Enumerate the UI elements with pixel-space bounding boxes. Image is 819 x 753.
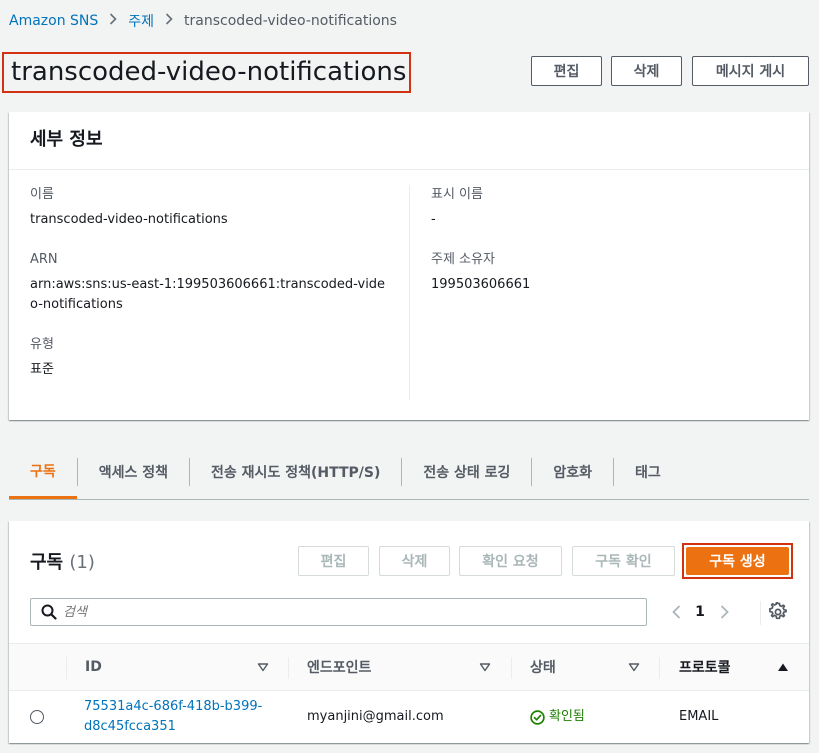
subscription-endpoint: myanjini@gmail.com xyxy=(307,709,444,724)
name-label: 이름 xyxy=(30,187,54,202)
tab-encryption[interactable]: 암호화 xyxy=(532,446,613,498)
column-header-status[interactable]: 상태 xyxy=(530,644,556,690)
create-subscription-highlight: 구독 생성 xyxy=(682,543,793,579)
breadcrumb-topics-link[interactable]: 주제 xyxy=(128,11,154,31)
current-page-number[interactable]: 1 xyxy=(689,604,711,620)
type-value: 표준 xyxy=(30,362,54,377)
owner-field: 주제 소유자 199503606661 xyxy=(431,250,801,295)
search-icon xyxy=(41,604,57,620)
arn-value-text: arn:aws:sns:us-east-1:199503606661:trans… xyxy=(30,277,386,312)
search-input[interactable] xyxy=(57,600,646,624)
column-separator xyxy=(511,657,512,679)
tab-subscriptions[interactable]: 구독 xyxy=(9,446,77,499)
tab-access-policy[interactable]: 액세스 정책 xyxy=(78,446,189,498)
check-circle-icon xyxy=(530,709,545,725)
breadcrumb-amazon-sns-link[interactable]: Amazon SNS xyxy=(9,13,98,29)
search-box xyxy=(30,598,647,626)
details-panel: 세부 정보 이름 transcoded-video-notifications … xyxy=(9,112,809,420)
gear-icon[interactable] xyxy=(768,602,788,622)
display-name-field: 표시 이름 - xyxy=(431,185,801,230)
next-page-button[interactable] xyxy=(711,600,737,624)
chevron-left-icon xyxy=(671,605,680,619)
display-name-label: 표시 이름 xyxy=(431,187,483,202)
name-field: 이름 transcoded-video-notifications xyxy=(30,185,410,230)
subscription-protocol: EMAIL xyxy=(679,709,719,724)
confirm-subscription-button[interactable]: 구독 확인 xyxy=(572,546,675,576)
sort-caret-up-icon[interactable] xyxy=(777,662,789,672)
table-row: 75531a4c-686f-418b-b399-d8c45fcca351 mya… xyxy=(9,691,809,743)
breadcrumb-current: transcoded-video-notifications xyxy=(184,13,397,29)
chevron-right-icon xyxy=(109,13,117,29)
breadcrumb: Amazon SNS 주제 transcoded-video-notificat… xyxy=(9,10,397,32)
column-separator xyxy=(659,657,660,679)
subscription-status: 확인됨 xyxy=(530,707,585,727)
edit-topic-button[interactable]: 편집 xyxy=(531,56,602,86)
column-header-endpoint[interactable]: 엔드포인트 xyxy=(307,644,371,690)
column-header-id[interactable]: ID xyxy=(85,644,102,690)
tab-delivery-retry-policy[interactable]: 전송 재시도 정책(HTTP/S) xyxy=(190,446,401,498)
sort-caret-down-icon[interactable] xyxy=(479,662,491,672)
owner-label: 주제 소유자 xyxy=(431,252,495,267)
subscriptions-title: 구독 (1) xyxy=(30,548,95,574)
arn-field: ARN arn:aws:sns:us-east-1:199503606661:t… xyxy=(30,250,410,315)
row-select-radio[interactable] xyxy=(30,710,44,724)
chevron-right-icon xyxy=(720,605,729,619)
sort-caret-down-icon[interactable] xyxy=(257,662,269,672)
pager-divider xyxy=(760,601,761,625)
edit-subscription-button[interactable]: 편집 xyxy=(298,546,369,576)
details-left-column: 이름 transcoded-video-notifications ARN ar… xyxy=(30,185,410,400)
tab-tags[interactable]: 태그 xyxy=(614,446,682,498)
column-separator xyxy=(288,657,289,679)
arn-value: arn:aws:sns:us-east-1:199503606661:trans… xyxy=(30,275,390,315)
arn-label: ARN xyxy=(30,252,58,267)
pagination: 1 xyxy=(663,600,737,624)
subscription-id-link[interactable]: 75531a4c-686f-418b-b399-d8c45fcca351 xyxy=(84,697,284,737)
request-confirmation-button[interactable]: 확인 요청 xyxy=(459,546,562,576)
details-heading: 세부 정보 xyxy=(9,112,809,170)
table-header: ID 엔드포인트 상태 프로토콜 xyxy=(9,643,809,691)
name-value: transcoded-video-notifications xyxy=(30,212,228,227)
tab-delivery-status-logging[interactable]: 전송 상태 로깅 xyxy=(402,446,531,498)
type-label: 유형 xyxy=(30,337,54,352)
delete-subscription-button[interactable]: 삭제 xyxy=(379,546,450,576)
topic-tabs: 구독 액세스 정책 전송 재시도 정책(HTTP/S) 전송 상태 로깅 암호화… xyxy=(9,446,809,500)
subscriptions-count: (1) xyxy=(69,552,95,573)
chevron-right-icon xyxy=(165,13,173,29)
owner-value: 199503606661 xyxy=(431,277,531,292)
column-separator xyxy=(66,657,67,679)
display-name-value: - xyxy=(431,212,436,227)
subscriptions-title-text: 구독 xyxy=(30,552,64,573)
delete-topic-button[interactable]: 삭제 xyxy=(611,56,682,86)
publish-message-button[interactable]: 메시지 게시 xyxy=(692,56,809,86)
type-field: 유형 표준 xyxy=(30,335,410,380)
details-right-column: 표시 이름 - 주제 소유자 199503606661 xyxy=(431,185,801,315)
previous-page-button[interactable] xyxy=(663,600,689,624)
page-title: transcoded-video-notifications xyxy=(2,52,411,93)
subscription-status-text: 확인됨 xyxy=(549,709,585,724)
sort-caret-down-icon[interactable] xyxy=(628,662,640,672)
column-header-protocol[interactable]: 프로토콜 xyxy=(679,644,731,690)
create-subscription-button[interactable]: 구독 생성 xyxy=(686,547,789,575)
subscriptions-panel: 구독 (1) 편집 삭제 확인 요청 구독 확인 구독 생성 1 ID 엔드포인… xyxy=(9,521,809,743)
column-divider xyxy=(409,185,410,400)
